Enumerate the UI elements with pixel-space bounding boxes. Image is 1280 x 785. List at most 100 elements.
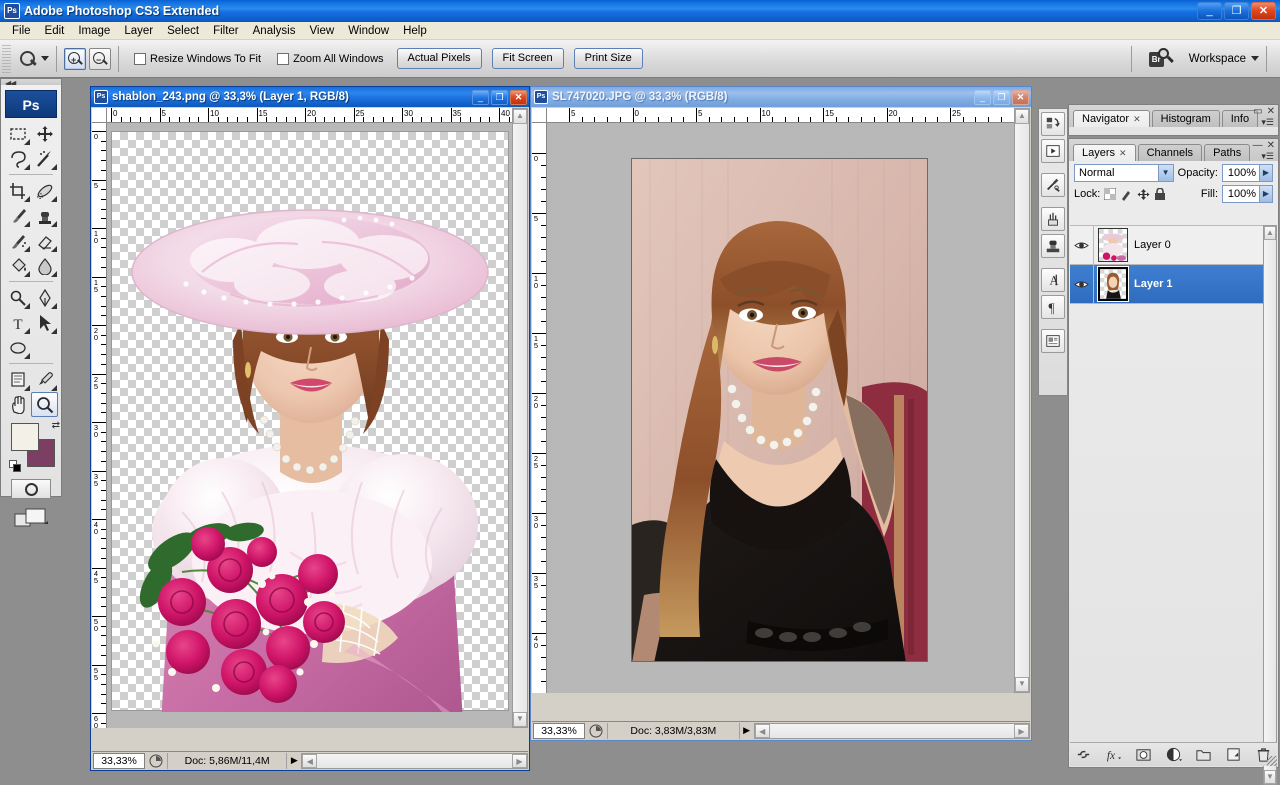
status-menu-arrow[interactable]: ▶ (287, 755, 301, 766)
layers-close-icon[interactable]: ✕ (1267, 140, 1275, 151)
lock-transparent-icon[interactable] (1104, 188, 1117, 200)
tool-presets-panel-icon[interactable] (1041, 173, 1065, 197)
layer-style-icon[interactable]: fx (1105, 746, 1122, 763)
layers-tab-layers[interactable]: Layers ✕ (1073, 144, 1136, 161)
panel-resize-handle[interactable] (1267, 756, 1277, 766)
tool-flyout-indicator-icon[interactable] (24, 353, 30, 359)
tool-flyout-indicator-icon[interactable] (24, 164, 30, 170)
document-close-button[interactable]: ✕ (1012, 89, 1029, 105)
crop-tool[interactable] (4, 178, 31, 203)
tool-flyout-indicator-icon[interactable] (24, 328, 30, 334)
scrollbar-track[interactable] (317, 753, 512, 768)
new-group-icon[interactable] (1195, 746, 1212, 763)
blur-tool[interactable] (31, 253, 58, 278)
healing-brush-tool[interactable] (31, 178, 58, 203)
layer-comps-panel-icon[interactable] (1041, 329, 1065, 353)
link-layers-icon[interactable] (1075, 746, 1092, 763)
go-to-bridge-icon[interactable]: Br (1148, 47, 1175, 70)
vertical-ruler-shablon[interactable]: 0 5 10 15 20 25 30 35 40 45 50 55 60 (92, 123, 107, 728)
print-size-button[interactable]: Print Size (573, 48, 643, 69)
magic-wand-tool[interactable] (31, 146, 58, 171)
lasso-tool[interactable] (4, 146, 31, 171)
status-menu-arrow[interactable]: ▶ (740, 725, 754, 736)
document-maximize-button[interactable]: ❐ (491, 89, 508, 105)
lock-all-icon[interactable] (1154, 187, 1166, 201)
status-preview-icon[interactable] (145, 753, 167, 769)
scroll-right-button[interactable]: ▶ (512, 753, 527, 768)
notes-tool[interactable] (4, 367, 31, 392)
tool-flyout-indicator-icon[interactable] (24, 139, 30, 145)
actual-pixels-button[interactable]: Actual Pixels (396, 48, 482, 69)
status-preview-icon[interactable] (585, 723, 607, 739)
zoom-level-field-shablon[interactable]: 33,33% (93, 752, 145, 769)
history-brush-tool[interactable] (4, 228, 31, 253)
document-maximize-button[interactable]: ❐ (993, 89, 1010, 105)
tool-flyout-indicator-icon[interactable] (51, 196, 57, 202)
fit-screen-button[interactable]: Fit Screen (491, 48, 564, 69)
clone-source-panel-icon[interactable] (1041, 234, 1065, 258)
marquee-tool[interactable] (4, 121, 31, 146)
type-tool[interactable]: T (4, 310, 31, 335)
document-close-button[interactable]: ✕ (510, 89, 527, 105)
opacity-slider-arrow[interactable]: ▶ (1260, 164, 1273, 182)
foreground-color-swatch[interactable] (11, 423, 39, 451)
layer-list-scrollbar[interactable]: ▲ ▼ (1263, 225, 1277, 785)
current-tool-preset-picker[interactable] (11, 50, 49, 68)
layer-mask-icon[interactable] (1135, 746, 1152, 763)
screen-mode-button[interactable] (14, 507, 48, 529)
menu-item-file[interactable]: File (5, 24, 38, 38)
tab-close-icon[interactable]: ✕ (1119, 145, 1127, 161)
menu-item-select[interactable]: Select (160, 24, 206, 38)
fill-slider-arrow[interactable]: ▶ (1260, 185, 1273, 203)
zoom-tool[interactable] (31, 392, 58, 417)
zoom-all-windows-checkbox[interactable]: Zoom All Windows (277, 52, 384, 65)
character-panel-icon[interactable]: A (1041, 268, 1065, 292)
canvas-vertical-scrollbar-shablon[interactable]: ▲ ▼ (512, 108, 528, 728)
canvas-viewport-sl747020[interactable] (547, 123, 1015, 693)
options-bar-grip[interactable] (2, 44, 11, 73)
layer-row[interactable]: Layer 1 (1070, 265, 1264, 304)
new-layer-icon[interactable] (1225, 746, 1242, 763)
canvas-horizontal-scrollbar-shablon[interactable]: ◀ ▶ (301, 752, 528, 769)
app-close-button[interactable]: ✕ (1251, 2, 1276, 20)
ellipse-shape-tool[interactable] (4, 335, 31, 360)
scroll-up-button[interactable]: ▲ (1015, 109, 1029, 124)
menu-item-image[interactable]: Image (71, 24, 117, 38)
workspace-label[interactable]: Workspace (1189, 53, 1246, 65)
scroll-down-button[interactable]: ▼ (1015, 677, 1029, 692)
resize-windows-to-fit-checkbox[interactable]: Resize Windows To Fit (134, 52, 261, 65)
scroll-up-button[interactable]: ▲ (513, 109, 527, 124)
eraser-tool[interactable] (31, 228, 58, 253)
document-minimize-button[interactable]: _ (974, 89, 991, 105)
menu-item-filter[interactable]: Filter (206, 24, 246, 38)
navigator-tab-histogram[interactable]: Histogram (1151, 110, 1220, 127)
canvas-vertical-scrollbar-sl747020[interactable]: ▲ ▼ (1014, 108, 1030, 693)
color-swatches[interactable]: ⇄ (9, 420, 60, 473)
opacity-value[interactable]: 100% (1222, 164, 1260, 182)
horizontal-ruler-shablon[interactable]: 0 5 10 15 20 25 30 35 40 (107, 108, 512, 123)
tool-flyout-indicator-icon[interactable] (51, 303, 57, 309)
tool-flyout-indicator-icon[interactable] (24, 221, 30, 227)
tool-flyout-indicator-icon[interactable] (24, 271, 30, 277)
scrollbar-track[interactable] (769, 723, 1014, 738)
default-colors-icon[interactable] (9, 460, 22, 473)
eyedropper-tool[interactable] (31, 367, 58, 392)
zoom-in-button[interactable]: + (64, 47, 86, 70)
layers-minimize-icon[interactable]: — (1253, 140, 1263, 151)
paragraph-panel-icon[interactable]: ¶ (1041, 295, 1065, 319)
layer-thumbnail[interactable] (1098, 228, 1128, 262)
navigator-close-icon[interactable]: ✕ (1267, 106, 1275, 117)
layer-thumbnail[interactable] (1097, 266, 1129, 302)
document-minimize-button[interactable]: _ (472, 89, 489, 105)
document-title-bar-shablon[interactable]: Ps shablon_243.png @ 33,3% (Layer 1, RGB… (91, 87, 529, 107)
tool-flyout-indicator-icon[interactable] (51, 164, 57, 170)
tool-flyout-indicator-icon[interactable] (51, 246, 57, 252)
brush-tool[interactable] (4, 203, 31, 228)
scroll-down-button[interactable]: ▼ (1264, 770, 1276, 784)
scroll-up-button[interactable]: ▲ (1264, 226, 1276, 240)
navigator-tab-navigator[interactable]: Navigator ✕ (1073, 110, 1150, 127)
chevron-down-icon[interactable]: ▼ (1157, 165, 1173, 181)
tool-flyout-indicator-icon[interactable] (51, 271, 57, 277)
zoom-level-field-sl747020[interactable]: 33,33% (533, 722, 585, 739)
hand-tool[interactable] (4, 392, 31, 417)
